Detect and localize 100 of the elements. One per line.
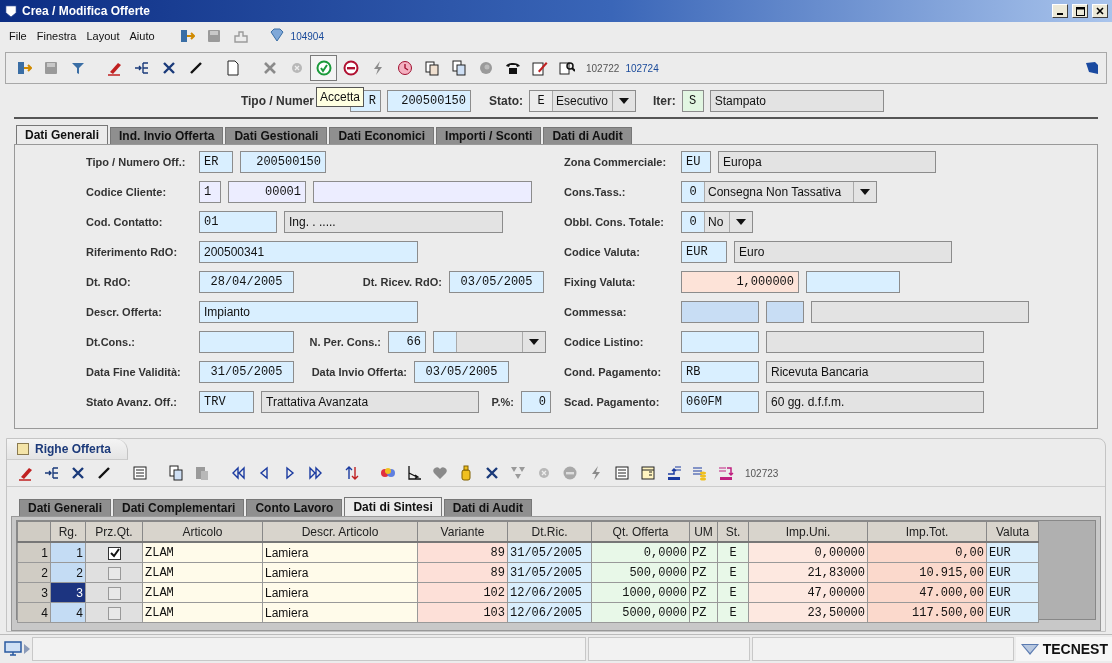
checkbox[interactable]	[107, 586, 121, 600]
input-field[interactable]: EU	[681, 151, 711, 173]
close-button[interactable]	[1092, 4, 1108, 18]
checkbox[interactable]	[107, 546, 121, 560]
dropdown[interactable]: E Esecutivo	[529, 90, 636, 112]
input-field[interactable]	[313, 181, 532, 203]
dropdown[interactable]: 0 Consegna Non Tassativa	[681, 181, 877, 203]
input-field[interactable]: Ing. . .....	[284, 211, 503, 233]
column-header[interactable]: Imp.Uni.	[748, 521, 868, 542]
dropdown[interactable]: 0 No	[681, 211, 753, 233]
input-field[interactable]: Stampato	[709, 90, 884, 112]
field-label: Cod. Contatto:	[86, 215, 164, 230]
field-label: Dt. RdO:	[86, 275, 132, 290]
input-field[interactable]: TRV	[199, 391, 254, 413]
maximize-button[interactable]	[1072, 4, 1088, 18]
input-field[interactable]: 1,000000	[681, 271, 799, 293]
tab[interactable]: Dati Generali	[19, 499, 112, 516]
column-header[interactable]: Articolo	[142, 521, 263, 542]
checkbox[interactable]	[107, 606, 121, 620]
company-logo: TECNEST	[1015, 637, 1112, 661]
column-header[interactable]: Valuta	[986, 521, 1039, 542]
input-field[interactable]	[681, 331, 759, 353]
tab[interactable]: Dati di Audit	[543, 127, 632, 144]
column-header[interactable]: Imp.Tot.	[867, 521, 987, 542]
column-header[interactable]: St.	[717, 521, 749, 542]
branch-icon	[133, 60, 150, 76]
input-field[interactable]: 31/05/2005	[199, 361, 294, 383]
column-header[interactable]: Descr. Articolo	[262, 521, 418, 542]
field-label: Dt. Ricev. RdO:	[361, 275, 442, 290]
input-field[interactable]: 28/04/2005	[199, 271, 294, 293]
field-label: Cond. Pagamento:	[564, 365, 663, 380]
clock-icon	[396, 60, 413, 76]
tab[interactable]: Ind. Invio Offerta	[110, 127, 224, 144]
field-label: Codice Cliente:	[86, 185, 168, 200]
row-header[interactable]: 1	[17, 542, 51, 563]
menu-item[interactable]: Aiuto	[124, 30, 160, 42]
input-field[interactable]: Trattativa Avanzata	[261, 391, 479, 413]
edit-icon	[531, 60, 548, 76]
tab[interactable]: Conto Lavoro	[246, 499, 343, 516]
input-field[interactable]: 03/05/2005	[449, 271, 544, 293]
check-button[interactable]	[310, 55, 337, 81]
input-field[interactable]: 200500341	[199, 241, 418, 263]
input-field[interactable]: 00001	[228, 181, 306, 203]
column-header[interactable]: Dt.Ric.	[507, 521, 592, 542]
column-header[interactable]: UM	[689, 521, 718, 542]
column-header[interactable]: Prz.Qt.	[85, 521, 143, 542]
check-icon	[315, 60, 332, 76]
menu-item[interactable]: Finestra	[31, 30, 82, 42]
input-field[interactable]: 060FM	[681, 391, 759, 413]
tab[interactable]: Dati Economici	[329, 127, 435, 144]
input-field[interactable]: EUR	[681, 241, 727, 263]
heart-icon	[432, 465, 448, 481]
tab[interactable]: Dati Generali	[16, 125, 109, 144]
tab[interactable]: Dati Gestionali	[225, 127, 328, 144]
checkbox[interactable]	[107, 566, 121, 580]
column-header[interactable]: Variante	[417, 521, 508, 542]
input-field[interactable]	[199, 331, 294, 353]
row-header[interactable]: 3	[17, 582, 51, 603]
menu-item[interactable]: File	[4, 30, 32, 42]
input-field[interactable]: 200500150	[240, 151, 326, 173]
input-field[interactable]	[766, 301, 804, 323]
row-header[interactable]: 2	[17, 562, 51, 583]
field-label: Commessa:	[564, 305, 628, 320]
input-field[interactable]: 03/05/2005	[414, 361, 509, 383]
minimize-button[interactable]	[1052, 4, 1068, 18]
column-header[interactable]: Qt. Offerta	[591, 521, 690, 542]
field-label: Codice Listino:	[564, 335, 645, 350]
input-field[interactable]: ER	[199, 151, 233, 173]
tab[interactable]: Dati Complementari	[113, 499, 245, 516]
screen-code[interactable]: 102724	[625, 62, 659, 74]
input-field[interactable]: 0	[521, 391, 551, 413]
exit-icon	[15, 60, 32, 76]
menu-item[interactable]: Layout	[81, 30, 125, 42]
flag-icon	[1084, 60, 1100, 76]
input-field[interactable]: RB	[681, 361, 759, 383]
phone-icon	[504, 60, 521, 76]
jar-icon	[458, 465, 474, 481]
input-field[interactable]: Ricevuta Bancaria	[766, 361, 984, 383]
input-field[interactable]: 1	[199, 181, 221, 203]
input-field[interactable]	[766, 331, 984, 353]
input-field[interactable]	[681, 301, 759, 323]
tab[interactable]: Importi / Sconti	[436, 127, 542, 144]
row-header[interactable]: 4	[17, 602, 51, 623]
input-field[interactable]: Euro	[734, 241, 952, 263]
first-icon	[230, 465, 246, 481]
input-field[interactable]: 66	[388, 331, 426, 353]
input-field[interactable]: 200500150	[387, 90, 471, 112]
axes-icon	[406, 465, 422, 481]
input-field[interactable]: 01	[199, 211, 277, 233]
dropdown[interactable]	[433, 331, 546, 353]
tab[interactable]: Dati di Audit	[443, 499, 532, 516]
column-header[interactable]: Rg.	[50, 521, 86, 542]
tab[interactable]: Dati di Sintesi	[344, 497, 442, 516]
input-field[interactable]: 60 gg. d.f.f.m.	[766, 391, 984, 413]
input-field[interactable]	[806, 271, 900, 293]
input-field[interactable]	[811, 301, 1029, 323]
input-field[interactable]: S	[681, 90, 704, 112]
input-field[interactable]: Europa	[718, 151, 936, 173]
version-code: 104904	[290, 30, 324, 42]
input-field[interactable]: Impianto	[199, 301, 418, 323]
